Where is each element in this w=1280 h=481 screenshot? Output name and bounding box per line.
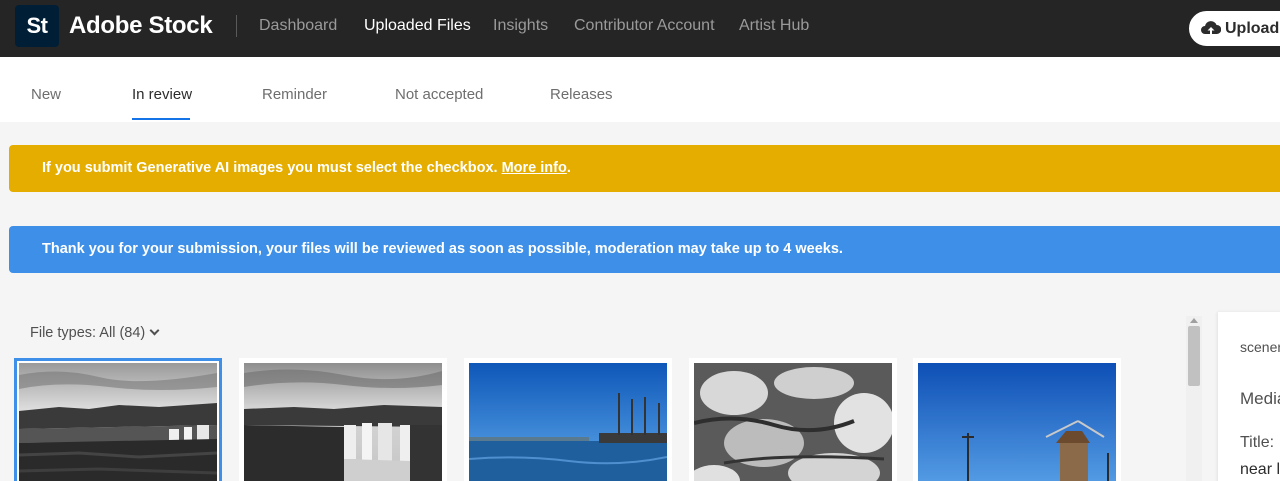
upload-button[interactable]: Upload	[1189, 11, 1280, 46]
thumbnail-image	[918, 363, 1116, 481]
chevron-down-icon	[149, 325, 160, 336]
tab-new[interactable]: New	[31, 86, 61, 103]
scrollbar-thumb[interactable]	[1188, 326, 1200, 386]
scroll-up-arrow-icon[interactable]	[1190, 318, 1198, 323]
tab-in-review[interactable]: In review	[132, 86, 192, 103]
thumbnail-card[interactable]	[913, 358, 1121, 481]
thumbnail-card[interactable]	[689, 358, 897, 481]
warning-trailing: .	[566, 160, 571, 176]
details-media-heading: Media	[1240, 389, 1280, 408]
status-tabs: New In review Reminder Not accepted Rele…	[0, 57, 1280, 122]
more-info-link[interactable]: More info	[502, 160, 567, 176]
nav-dashboard[interactable]: Dashboard	[259, 17, 337, 35]
file-types-filter[interactable]: File types: All (84)	[30, 325, 160, 341]
adobe-stock-logo[interactable]: St	[15, 5, 59, 47]
thumbnail-image	[244, 363, 442, 481]
thumbnail-card[interactable]	[239, 358, 447, 481]
details-title-label: Title:	[1240, 434, 1275, 451]
info-text: Thank you for your submission, your file…	[42, 241, 843, 257]
nav-contributor-account[interactable]: Contributor Account	[574, 17, 715, 35]
cloud-upload-icon	[1201, 21, 1221, 35]
file-types-label: File types: All (84)	[30, 325, 146, 341]
thumbnail-card[interactable]	[14, 358, 222, 481]
file-details-panel: scenery Media Title: near l	[1218, 312, 1280, 481]
thumbnail-image	[469, 363, 667, 481]
details-keywords: scenery	[1240, 339, 1280, 355]
submission-info-banner: Thank you for your submission, your file…	[9, 226, 1280, 273]
active-tab-indicator	[132, 118, 190, 120]
thumbnail-image	[19, 363, 217, 481]
generative-ai-warning-banner: If you submit Generative AI images you m…	[9, 145, 1280, 192]
details-title-value: near l	[1240, 461, 1280, 478]
tab-reminder[interactable]: Reminder	[262, 86, 327, 103]
brand-name[interactable]: Adobe Stock	[69, 12, 213, 40]
upload-button-label: Upload	[1225, 20, 1280, 37]
nav-insights[interactable]: Insights	[493, 17, 548, 35]
nav-uploaded-files[interactable]: Uploaded Files	[364, 17, 471, 35]
thumbnail-card[interactable]	[464, 358, 672, 481]
brand-divider	[236, 15, 237, 37]
top-bar: St Adobe Stock Dashboard Uploaded Files …	[0, 0, 1280, 57]
thumbnail-image	[694, 363, 892, 481]
tab-not-accepted[interactable]: Not accepted	[395, 86, 483, 103]
tab-releases[interactable]: Releases	[550, 86, 613, 103]
warning-text: If you submit Generative AI images you m…	[42, 160, 498, 176]
nav-artist-hub[interactable]: Artist Hub	[739, 17, 809, 35]
